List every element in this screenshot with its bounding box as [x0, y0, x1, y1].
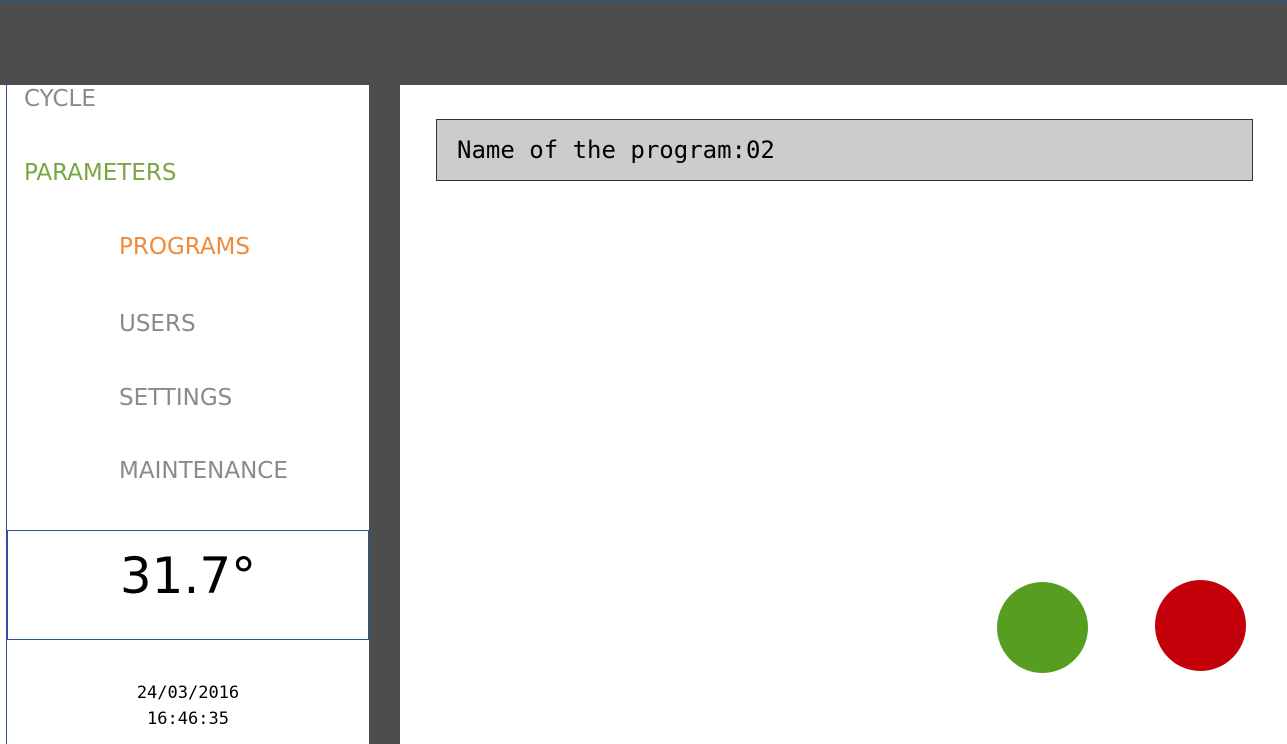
app-window: CYCLE PARAMETERS PROGRAMS USERS SETTINGS… [0, 0, 1287, 744]
date-text: 24/03/2016 [136, 683, 240, 703]
temperature-number: 31.7 [119, 547, 232, 605]
program-name-field: Name of the program:02 [436, 119, 1253, 181]
sidebar: CYCLE PARAMETERS PROGRAMS USERS SETTINGS… [6, 85, 369, 744]
temperature-panel: 31.7° [7, 530, 369, 640]
sidebar-item-cycle[interactable]: CYCLE [24, 88, 96, 111]
time-text: 16:46:35 [147, 709, 229, 729]
cancel-button[interactable] [1155, 580, 1246, 671]
sidebar-item-programs[interactable]: PROGRAMS [119, 236, 250, 259]
sidebar-item-settings[interactable]: SETTINGS [119, 387, 232, 410]
main-panel: Name of the program:02 [400, 85, 1287, 744]
temperature-unit: ° [231, 547, 257, 605]
datetime-display: 24/03/2016 16:46:35 [7, 680, 369, 732]
temperature-value: 31.7° [120, 551, 256, 601]
confirm-button[interactable] [997, 582, 1088, 673]
sidebar-item-maintenance[interactable]: MAINTENANCE [119, 460, 288, 483]
sidebar-divider [369, 85, 400, 744]
sidebar-item-users[interactable]: USERS [119, 313, 196, 336]
sidebar-item-parameters[interactable]: PARAMETERS [24, 162, 176, 185]
top-bar [0, 0, 1287, 85]
